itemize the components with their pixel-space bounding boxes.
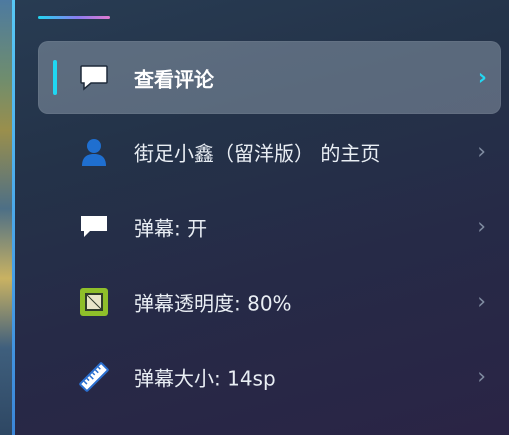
menu-item-view-comments[interactable]: 查看评论 ›	[38, 41, 501, 114]
user-icon	[78, 136, 110, 168]
active-indicator	[53, 60, 57, 95]
chevron-right-icon: ›	[477, 364, 486, 389]
menu-item-label: 街足小鑫（留洋版） 的主页	[134, 141, 381, 165]
chevron-right-icon: ›	[477, 214, 486, 239]
menu-item-danmaku-opacity[interactable]: 弹幕透明度: 80% ›	[38, 264, 501, 339]
chevron-right-icon: ›	[477, 289, 486, 314]
ruler-icon	[78, 361, 110, 393]
chevron-right-icon: ›	[477, 139, 486, 164]
panel-edge-line	[12, 0, 15, 435]
comment-icon	[78, 62, 110, 94]
danmaku-icon	[78, 211, 110, 243]
menu-item-label: 查看评论	[134, 67, 214, 91]
menu-item-label: 弹幕: 开	[134, 216, 208, 240]
menu-item-label: 弹幕透明度: 80%	[134, 291, 292, 315]
chevron-right-icon: ›	[477, 65, 487, 90]
options-menu: 查看评论 › 街足小鑫（留洋版） 的主页 › 弹幕: 开 › 弹幕透明度: 80…	[38, 41, 501, 414]
title-underline	[38, 16, 110, 19]
menu-item-danmaku-toggle[interactable]: 弹幕: 开 ›	[38, 189, 501, 264]
background-video-strip	[0, 0, 12, 435]
opacity-icon	[78, 286, 110, 318]
menu-item-danmaku-size[interactable]: 弹幕大小: 14sp ›	[38, 339, 501, 414]
menu-item-user-homepage[interactable]: 街足小鑫（留洋版） 的主页 ›	[38, 114, 501, 189]
menu-item-label: 弹幕大小: 14sp	[134, 366, 276, 390]
